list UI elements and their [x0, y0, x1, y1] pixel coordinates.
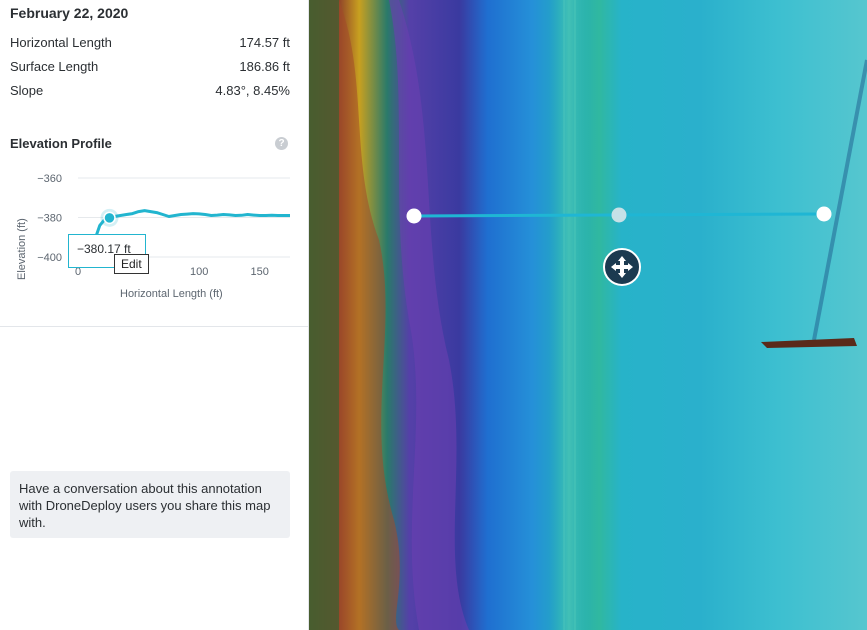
edit-button[interactable]: Edit: [114, 254, 149, 274]
metric-value: 174.57 ft: [239, 35, 290, 50]
y-tick-label: −380: [37, 213, 62, 225]
metric-horizontal-length: Horizontal Length 174.57 ft: [10, 35, 290, 50]
x-axis-label: Horizontal Length (ft): [120, 288, 223, 300]
metric-label: Surface Length: [10, 59, 99, 74]
elevation-profile-title: Elevation Profile: [10, 136, 112, 151]
measurement-midpoint-handle[interactable]: [611, 207, 627, 223]
elevation-map[interactable]: [309, 0, 867, 630]
x-tick-label: 100: [190, 266, 208, 278]
y-tick-label: −400: [37, 252, 62, 264]
move-icon[interactable]: [603, 248, 641, 286]
measurement-start-handle[interactable]: [406, 208, 422, 224]
map-view[interactable]: [309, 0, 867, 630]
metric-value: 4.83°, 8.45%: [215, 83, 290, 98]
highlight-point: [103, 211, 116, 225]
metric-slope: Slope 4.83°, 8.45%: [10, 83, 290, 98]
metric-value: 186.86 ft: [239, 59, 290, 74]
help-icon[interactable]: ?: [275, 137, 288, 150]
annotation-date: February 22, 2020: [10, 5, 129, 21]
metric-label: Horizontal Length: [10, 35, 112, 50]
divider: [0, 326, 309, 327]
vegetation-strip: [309, 0, 339, 630]
rail-track: [549, 0, 589, 630]
y-axis-label: Elevation (ft): [16, 218, 28, 280]
metric-label: Slope: [10, 83, 44, 98]
elevation-profile-chart[interactable]: −360−380−4000 100 150 Elevation (ft) Horiz…: [0, 168, 300, 308]
y-tick-label: −360: [37, 173, 62, 185]
annotation-sidebar: February 22, 2020 Horizontal Length 174.…: [0, 0, 309, 630]
metric-surface-length: Surface Length 186.86 ft: [10, 59, 290, 74]
x-tick-label: 150: [251, 266, 269, 278]
measurement-end-handle[interactable]: [816, 206, 832, 222]
conversation-prompt[interactable]: Have a conversation about this annotatio…: [10, 471, 290, 538]
